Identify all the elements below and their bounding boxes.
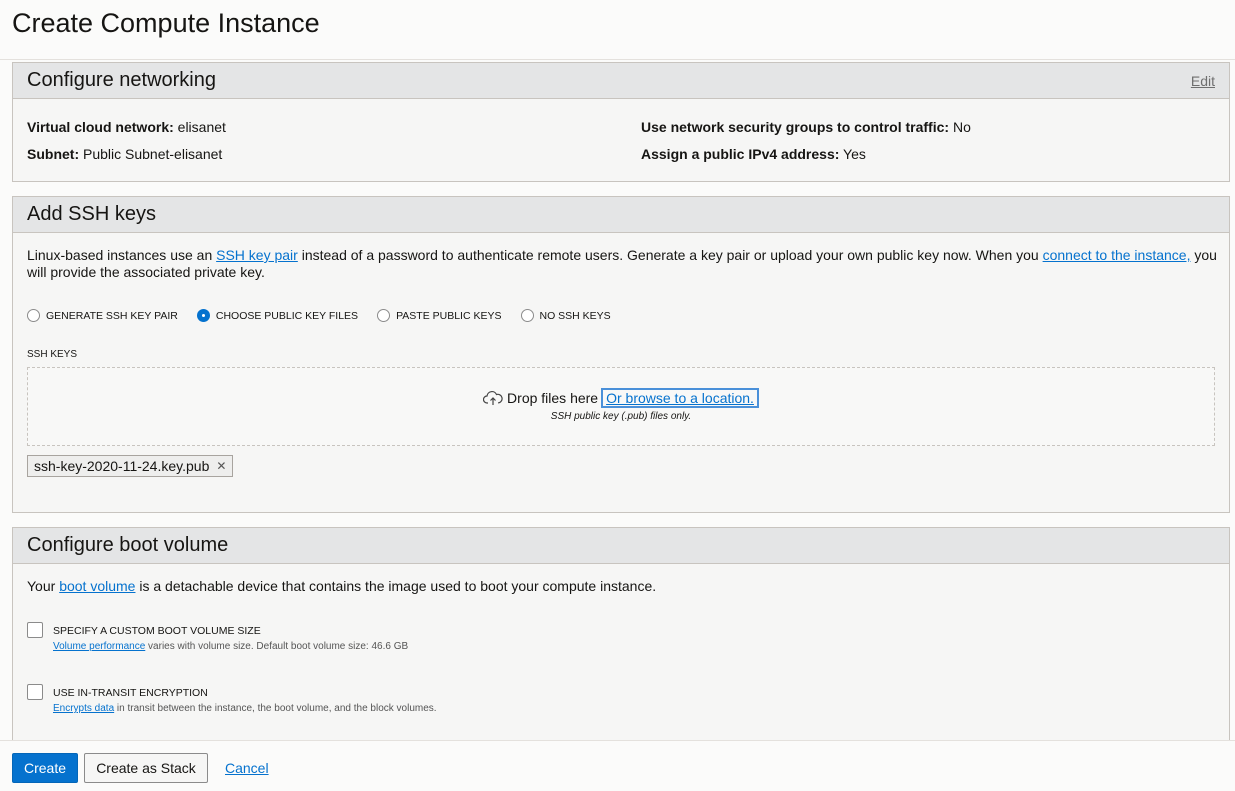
encryption-help-text: in transit between the instance, the boo… — [114, 703, 437, 714]
custom-size-label: SPECIFY A CUSTOM BOOT VOLUME SIZE — [53, 625, 261, 637]
radio-generate-ssh[interactable]: GENERATE SSH KEY PAIR — [27, 309, 178, 322]
encryption-text: USE IN-TRANSIT ENCRYPTION Encrypts data … — [53, 687, 437, 714]
ssh-file-chip: ssh-key-2020-11-24.key.pub ✕ — [27, 455, 234, 477]
create-as-stack-button[interactable]: Create as Stack — [84, 753, 208, 783]
ipv4-row: Assign a public IPv4 address: Yes — [641, 146, 866, 162]
encrypts-data-link[interactable]: Encrypts data — [53, 703, 114, 714]
ssh-keys-label: SSH KEYS — [27, 349, 78, 360]
ipv4-label: Assign a public IPv4 address: — [641, 146, 840, 162]
networking-title: Configure networking — [27, 69, 216, 91]
radio-label: NO SSH KEYS — [539, 309, 611, 322]
nsg-label: Use network security groups to control t… — [641, 119, 950, 135]
page-title: Create Compute Instance — [12, 8, 320, 38]
browse-link[interactable]: Or browse to a location. — [601, 388, 759, 408]
radio-indicator[interactable] — [520, 309, 534, 322]
encryption-option: USE IN-TRANSIT ENCRYPTION Encrypts data … — [27, 684, 437, 714]
custom-size-help: Volume performance varies with volume si… — [53, 641, 408, 652]
subnet-value: Public Subnet-elisanet — [83, 146, 223, 162]
cloud-upload-icon — [483, 391, 503, 405]
ssh-section: Add SSH keys Linux-based instances use a… — [12, 196, 1230, 513]
volume-performance-link[interactable]: Volume performance — [53, 641, 145, 652]
custom-size-checkbox[interactable] — [27, 622, 43, 638]
networking-header: Configure networking Edit — [13, 63, 1229, 99]
boot-desc-text-1: Your — [27, 578, 60, 594]
networking-edit-link[interactable]: Edit — [1191, 73, 1215, 89]
boot-volume-section: Configure boot volume Your boot volume i… — [12, 527, 1230, 752]
radio-indicator[interactable] — [196, 309, 210, 322]
ssh-desc-text-2: instead of a password to authenticate re… — [297, 247, 1043, 263]
encryption-checkbox[interactable] — [27, 684, 43, 700]
ssh-key-pair-link[interactable]: SSH key pair — [216, 247, 298, 263]
boot-title: Configure boot volume — [27, 534, 229, 556]
encryption-help: Encrypts data in transit between the ins… — [53, 703, 437, 714]
ssh-desc-text-1: Linux-based instances use an — [27, 247, 217, 263]
radio-label: PASTE PUBLIC KEYS — [396, 309, 502, 322]
boot-header: Configure boot volume — [13, 528, 1229, 564]
connect-instance-link[interactable]: connect to the instance, — [1043, 247, 1191, 263]
ssh-file-name: ssh-key-2020-11-24.key.pub — [34, 458, 210, 474]
radio-indicator[interactable] — [27, 309, 40, 322]
drop-files-text: Drop files here — [507, 390, 599, 406]
nsg-row: Use network security groups to control t… — [641, 119, 971, 135]
title-divider — [0, 59, 1235, 60]
dropzone-line: Drop files here Or browse to a location. — [28, 388, 1214, 408]
ssh-option-group: GENERATE SSH KEY PAIR CHOOSE PUBLIC KEY … — [27, 309, 630, 322]
custom-size-option: SPECIFY A CUSTOM BOOT VOLUME SIZE Volume… — [27, 622, 408, 652]
boot-description: Your boot volume is a detachable device … — [27, 578, 656, 594]
boot-volume-link[interactable]: boot volume — [59, 578, 135, 594]
vcn-value: elisanet — [177, 119, 226, 135]
subnet-row: Subnet: Public Subnet-elisanet — [27, 146, 222, 162]
radio-indicator[interactable] — [377, 309, 391, 322]
vcn-label: Virtual cloud network: — [27, 119, 174, 135]
ssh-description: Linux-based instances use an SSH key pai… — [27, 247, 1217, 281]
boot-desc-text-2: is a detachable device that contains the… — [135, 578, 657, 594]
radio-label: GENERATE SSH KEY PAIR — [46, 309, 178, 322]
nsg-value: No — [952, 119, 971, 135]
radio-no-keys[interactable]: NO SSH KEYS — [520, 309, 611, 322]
cancel-link[interactable]: Cancel — [225, 753, 269, 783]
dropzone-hint: SSH public key (.pub) files only. — [550, 411, 692, 422]
custom-size-help-text: varies with volume size. Default boot vo… — [145, 641, 409, 652]
radio-paste-keys[interactable]: PASTE PUBLIC KEYS — [377, 309, 502, 322]
vcn-row: Virtual cloud network: elisanet — [27, 119, 226, 135]
radio-choose-files[interactable]: CHOOSE PUBLIC KEY FILES — [196, 309, 359, 322]
networking-summary: Virtual cloud network: elisanet Subnet: … — [13, 99, 1229, 181]
form-footer: Create Create as Stack Cancel — [0, 740, 1235, 791]
radio-label: CHOOSE PUBLIC KEY FILES — [215, 309, 359, 322]
networking-section: Configure networking Edit Virtual cloud … — [12, 62, 1230, 182]
ssh-header: Add SSH keys — [13, 197, 1229, 233]
remove-file-icon[interactable]: ✕ — [216, 459, 226, 473]
ipv4-value: Yes — [843, 146, 866, 162]
ssh-file-dropzone[interactable]: Drop files here Or browse to a location.… — [27, 367, 1215, 446]
ssh-title: Add SSH keys — [27, 203, 156, 225]
encryption-label: USE IN-TRANSIT ENCRYPTION — [53, 687, 208, 699]
custom-size-text: SPECIFY A CUSTOM BOOT VOLUME SIZE Volume… — [53, 625, 408, 652]
subnet-label: Subnet: — [27, 146, 80, 162]
create-button[interactable]: Create — [12, 753, 78, 783]
